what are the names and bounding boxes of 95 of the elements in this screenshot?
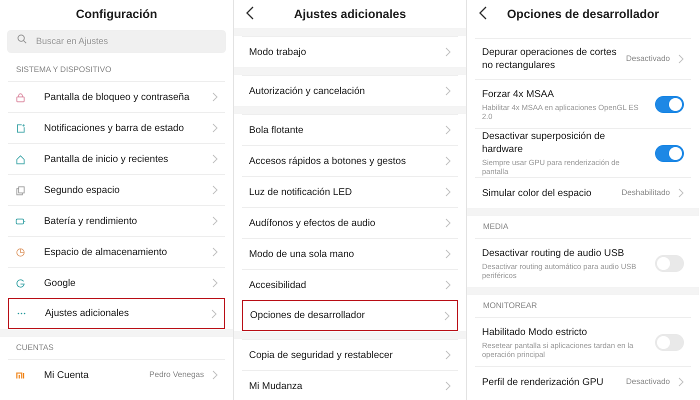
- back-button[interactable]: [479, 6, 487, 20]
- settings-row[interactable]: Mi Cuenta Pedro Venegas: [8, 359, 225, 390]
- copy-icon: [15, 184, 26, 196]
- row-label: Pantalla de bloqueo y contraseña: [44, 90, 190, 104]
- toggle-switch[interactable]: [655, 96, 684, 112]
- chevron-icon: [212, 123, 218, 133]
- chevron-icon: [445, 249, 451, 259]
- row-label: Google: [44, 276, 77, 290]
- row-label: Desactivar routing de audio USB: [482, 246, 626, 260]
- section-header: MONITOREAR: [483, 300, 538, 312]
- chevron-icon: [211, 308, 217, 318]
- screen-title: Configuración: [76, 6, 158, 23]
- chevron-icon: [445, 218, 451, 228]
- pie-chart-icon: [15, 246, 26, 258]
- chevron-icon: [444, 310, 450, 320]
- search-icon: [17, 34, 27, 44]
- settings-row[interactable]: Depurar operaciones de cortes no rectangulares Desactivado: [475, 38, 691, 79]
- row-value: Pedro Venegas: [149, 369, 204, 381]
- google-icon: [15, 278, 26, 288]
- chevron-icon: [445, 350, 451, 360]
- chevron-icon: [678, 188, 684, 198]
- row-label: Forzar 4x MSAA: [482, 88, 555, 100]
- chevron-icon: [445, 125, 451, 135]
- chevron-icon: [445, 381, 451, 391]
- section-header: MEDIA: [483, 221, 508, 233]
- row-label: Modo de una sola mano: [249, 248, 356, 260]
- chevron-icon: [678, 54, 684, 64]
- row-label: Simular color del espacio: [482, 186, 592, 200]
- row-value: Desactivado: [626, 53, 670, 65]
- mi-logo-icon: [15, 370, 26, 380]
- back-button[interactable]: [246, 6, 254, 20]
- settings-row[interactable]: Perfil de renderización GPU Desactivado: [475, 366, 691, 397]
- chevron-icon: [212, 278, 218, 288]
- settings-row[interactable]: Batería y rendimiento: [8, 205, 225, 236]
- settings-row[interactable]: Google: [8, 267, 225, 298]
- row-label: Batería y rendimiento: [44, 214, 138, 228]
- row-label: Perfil de renderización GPU: [482, 376, 604, 388]
- search-field[interactable]: Buscar en Ajustes: [7, 30, 226, 52]
- row-label: Bola flotante: [249, 124, 304, 136]
- toggle-switch[interactable]: [655, 144, 684, 162]
- chevron-icon: [678, 377, 684, 387]
- row-label: Segundo espacio: [44, 184, 121, 196]
- row-value: Desactivado: [626, 376, 670, 388]
- chevron-icon: [212, 370, 218, 380]
- row-label: Modo trabajo: [249, 46, 308, 58]
- settings-row[interactable]: Accesibilidad: [242, 269, 458, 300]
- section-header: CUENTAS: [16, 342, 54, 354]
- settings-row[interactable]: Luz de notificación LED: [242, 176, 458, 207]
- settings-row[interactable]: Audífonos y efectos de audio: [242, 207, 458, 238]
- row-label: Desactivar superposición de hardware: [482, 130, 606, 156]
- chevron-icon: [212, 216, 218, 226]
- settings-row[interactable]: Bola flotante: [242, 114, 458, 145]
- highlighted-row[interactable]: Opciones de desarrollador: [242, 300, 458, 331]
- chevron-icon: [445, 47, 451, 57]
- highlighted-row[interactable]: Ajustes adicionales: [8, 298, 225, 329]
- row-label: Luz de notificación LED: [249, 186, 353, 198]
- settings-row[interactable]: Copia de seguridad y restablecer: [242, 339, 458, 370]
- settings-row[interactable]: Pantalla de inicio y recientes: [8, 143, 225, 174]
- chevron-icon: [445, 156, 451, 166]
- battery-icon: [15, 216, 26, 226]
- chevron-icon: [212, 247, 218, 257]
- chevron-icon: [445, 280, 451, 290]
- row-label: Mi Cuenta: [44, 368, 90, 382]
- row-label: Autorización y cancelación: [249, 84, 366, 98]
- chevron-icon: [445, 187, 451, 197]
- settings-row[interactable]: Mi Mudanza: [242, 370, 458, 400]
- section-header: SISTEMA Y DISPOSITIVO: [16, 64, 112, 76]
- row-label: Espacio de almacenamiento: [44, 246, 168, 258]
- home-icon: [15, 154, 26, 164]
- lock-icon: [15, 92, 26, 102]
- settings-row[interactable]: Espacio de almacenamiento: [8, 236, 225, 267]
- notification-icon: [15, 122, 26, 134]
- screen-title: Ajustes adicionales: [294, 6, 406, 23]
- row-label: Habilitado Modo estricto: [482, 326, 588, 338]
- row-label: Ajustes adicionales: [45, 307, 130, 320]
- settings-row[interactable]: Notificaciones y barra de estado: [8, 112, 225, 143]
- row-label: Accesos rápidos a botones y gestos: [249, 154, 407, 168]
- row-label: Mi Mudanza: [249, 380, 304, 392]
- row-label: Pantalla de inicio y recientes: [44, 152, 170, 166]
- row-label: Opciones de desarrollador: [250, 309, 366, 322]
- chevron-icon: [445, 86, 451, 96]
- chevron-icon: [212, 92, 218, 102]
- chevron-icon: [212, 154, 218, 164]
- row-label: Notificaciones y barra de estado: [44, 122, 185, 134]
- settings-row[interactable]: Modo de una sola mano: [242, 238, 458, 269]
- row-label: Accesibilidad: [249, 278, 308, 292]
- chevron-icon: [212, 185, 218, 195]
- row-label: Depurar operaciones de cortes no rectangulares: [482, 46, 618, 72]
- screen-title: Opciones de desarrollador: [506, 6, 660, 23]
- row-label: Copia de seguridad y restablecer: [249, 348, 394, 362]
- settings-row[interactable]: Segundo espacio: [8, 174, 225, 205]
- settings-row[interactable]: Accesos rápidos a botones y gestos: [242, 145, 458, 176]
- settings-row[interactable]: Pantalla de bloqueo y contraseña: [8, 81, 225, 112]
- row-label: Audífonos y efectos de audio: [249, 216, 376, 230]
- row-value: Deshabilitado: [622, 187, 670, 199]
